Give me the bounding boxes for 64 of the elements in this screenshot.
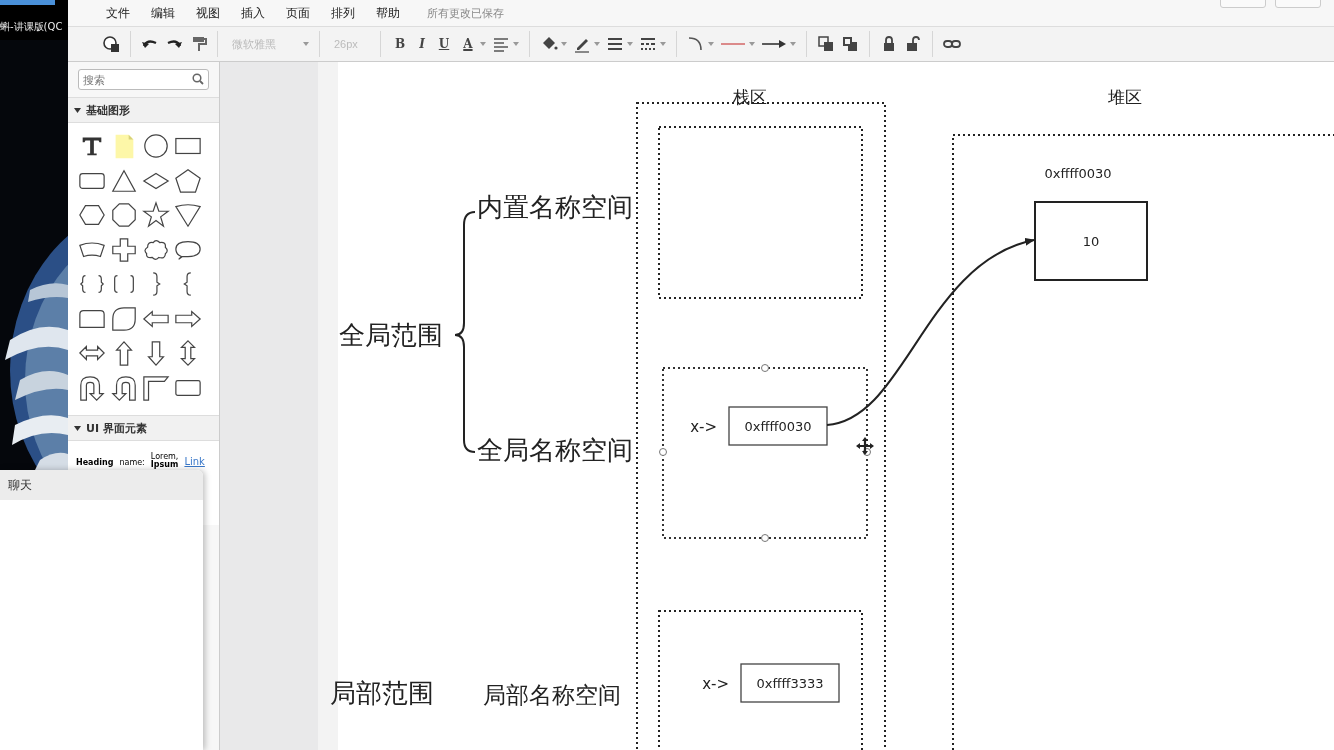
- pentagon-icon[interactable]: [174, 166, 202, 195]
- scope-label: 全局范围: [339, 320, 443, 350]
- section-header[interactable]: UI 界面元素: [68, 415, 219, 441]
- format-button[interactable]: I: [415, 37, 429, 51]
- menu-item[interactable]: 排列: [331, 4, 355, 22]
- u-turn-arrow-icon[interactable]: [78, 373, 106, 402]
- namespace-label: 局部名称空间: [483, 682, 621, 708]
- connector-icon[interactable]: [686, 35, 705, 53]
- scope-label: 局部范围: [330, 678, 434, 708]
- style-icon[interactable]: [102, 35, 120, 53]
- reference-address: 0xffff0030: [744, 419, 812, 434]
- highlight-bar: [0, 0, 55, 5]
- stack-frame[interactable]: [662, 367, 868, 539]
- resize-handle[interactable]: [761, 364, 769, 372]
- namespace-label: 全局名称空间: [477, 435, 633, 465]
- reference-box[interactable]: [728, 406, 828, 446]
- save-status: 所有更改已保存: [427, 5, 504, 21]
- menu-item[interactable]: 插入: [241, 4, 265, 22]
- heading-sample[interactable]: Heading: [76, 458, 114, 467]
- menu-item[interactable]: 视图: [196, 4, 220, 22]
- link-sample[interactable]: Link: [184, 456, 205, 467]
- caret-icon[interactable]: [74, 107, 81, 113]
- u-turn-arrow-icon[interactable]: [110, 373, 138, 402]
- cross-icon[interactable]: [110, 235, 138, 264]
- move-cursor-icon: [856, 437, 874, 455]
- line-width-icon[interactable]: [605, 35, 624, 53]
- section-header[interactable]: 基础图形: [68, 97, 219, 123]
- menu-item[interactable]: 编辑: [151, 4, 175, 22]
- drop-icon[interactable]: [110, 304, 138, 333]
- funnel-icon[interactable]: [174, 201, 202, 230]
- reference-address: 0xffff3333: [756, 676, 824, 691]
- pointer-arrow[interactable]: [826, 238, 1035, 426]
- heap-title: 堆区: [1108, 87, 1142, 107]
- stack-frame[interactable]: [658, 610, 863, 750]
- object-box[interactable]: [1034, 201, 1148, 281]
- format-button[interactable]: U: [434, 37, 454, 51]
- reference-box[interactable]: [740, 663, 840, 703]
- bring-front-icon[interactable]: [816, 35, 835, 53]
- dash-style-icon[interactable]: [638, 35, 657, 53]
- namespace-label: 内置名称空间: [477, 192, 633, 222]
- corner-icon[interactable]: [142, 373, 170, 402]
- circle-icon[interactable]: [142, 132, 170, 161]
- format-button[interactable]: A: [459, 37, 477, 51]
- chat-title: 聊天: [8, 476, 32, 494]
- search-field[interactable]: 搜索: [78, 69, 209, 90]
- menu-item[interactable]: 页面: [286, 4, 310, 22]
- octagon-icon[interactable]: [110, 201, 138, 230]
- menu-item[interactable]: 帮助: [376, 4, 400, 22]
- variable-label: x->: [702, 675, 729, 693]
- search-icon[interactable]: [192, 73, 204, 85]
- caret-icon[interactable]: [74, 425, 81, 431]
- object-value: 10: [1082, 234, 1100, 249]
- star-icon[interactable]: [142, 201, 170, 230]
- format-button[interactable]: B: [391, 37, 410, 51]
- text-sample[interactable]: Lorem, Ipsum: [150, 453, 179, 469]
- send-back-icon[interactable]: [840, 35, 859, 53]
- resize-handle[interactable]: [659, 448, 667, 456]
- object-address: 0xffff0030: [1044, 166, 1112, 181]
- align-icon[interactable]: [491, 35, 510, 53]
- variable-label: x->: [690, 418, 717, 436]
- label-sample[interactable]: name:: [119, 458, 145, 467]
- resize-handle[interactable]: [761, 534, 769, 542]
- window-title: 蝌-讲课版(QC: [0, 20, 63, 34]
- menu-item[interactable]: 文件: [106, 4, 130, 22]
